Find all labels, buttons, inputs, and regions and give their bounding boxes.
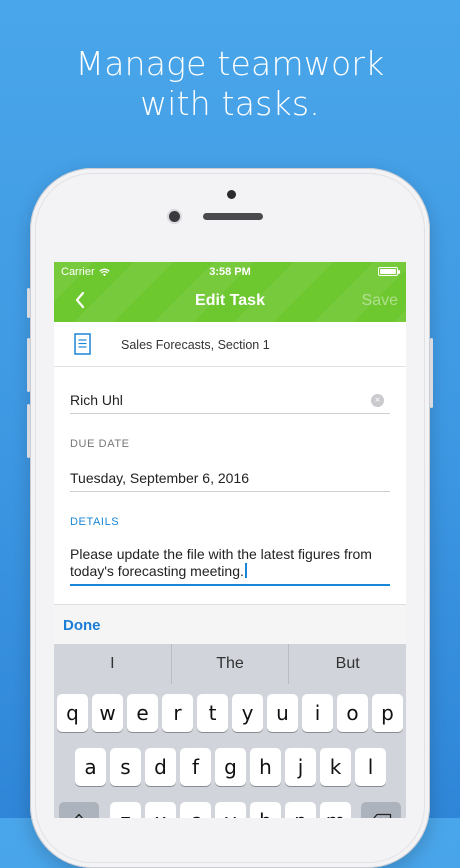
document-icon: [74, 333, 91, 355]
key-row-2: asdfghjkl: [54, 748, 406, 788]
suggestion-bar: I The But: [54, 644, 406, 684]
suggestion-item[interactable]: The: [172, 644, 290, 684]
shift-icon: [74, 813, 84, 818]
power-button: [430, 338, 433, 408]
shift-key[interactable]: [59, 802, 99, 818]
page-title: Edit Task: [195, 292, 265, 309]
key-s[interactable]: s: [110, 748, 141, 786]
key-u[interactable]: u: [267, 694, 298, 732]
backspace-icon: [373, 813, 392, 818]
done-button[interactable]: Done: [63, 617, 101, 634]
front-camera: [169, 211, 180, 222]
key-z[interactable]: z: [110, 802, 141, 818]
key-x[interactable]: x: [145, 802, 176, 818]
key-r[interactable]: r: [162, 694, 193, 732]
details-label: DETAILS: [70, 516, 120, 528]
status-bar: Carrier 3:58 PM: [54, 262, 406, 282]
due-date-label: DUE DATE: [70, 438, 130, 450]
key-k[interactable]: k: [320, 748, 351, 786]
key-j[interactable]: j: [285, 748, 316, 786]
due-date-field[interactable]: Tuesday, September 6, 2016: [70, 470, 390, 492]
navigation-bar: Carrier 3:58 PM Edit Task Save: [54, 262, 406, 322]
keyboard-toolbar: Done: [54, 604, 406, 646]
key-f[interactable]: f: [180, 748, 211, 786]
status-time: 3:58 PM: [209, 266, 251, 278]
key-g[interactable]: g: [215, 748, 246, 786]
delete-key[interactable]: [361, 802, 401, 818]
key-row-3: zxcvbnm: [54, 802, 406, 818]
phone-screen: Carrier 3:58 PM Edit Task Save Sales For…: [54, 262, 406, 818]
suggestion-item[interactable]: I: [54, 644, 172, 684]
key-i[interactable]: i: [302, 694, 333, 732]
key-q[interactable]: q: [57, 694, 88, 732]
key-e[interactable]: e: [127, 694, 158, 732]
battery-icon: [378, 267, 400, 276]
keyboard: I The But qwertyuiop asdfghjkl zxcvbnm: [54, 644, 406, 818]
promo-headline: Manage teamwork with tasks.: [0, 44, 460, 124]
assignee-value: Rich Uhl: [70, 392, 123, 408]
key-t[interactable]: t: [197, 694, 228, 732]
due-date-value: Tuesday, September 6, 2016: [70, 470, 249, 486]
key-d[interactable]: d: [145, 748, 176, 786]
key-c[interactable]: c: [180, 802, 211, 818]
key-y[interactable]: y: [232, 694, 263, 732]
key-w[interactable]: w: [92, 694, 123, 732]
earpiece-speaker: [203, 213, 263, 220]
attachment-name: Sales Forecasts, Section 1: [121, 338, 270, 352]
key-p[interactable]: p: [372, 694, 403, 732]
key-o[interactable]: o: [337, 694, 368, 732]
key-a[interactable]: a: [75, 748, 106, 786]
suggestion-item[interactable]: But: [289, 644, 406, 684]
key-m[interactable]: m: [320, 802, 351, 818]
key-l[interactable]: l: [355, 748, 386, 786]
volume-down-button: [27, 404, 30, 458]
key-row-1: qwertyuiop: [54, 694, 406, 734]
mute-switch: [27, 288, 30, 318]
headline-line-2: with tasks.: [140, 84, 320, 123]
text-cursor: [244, 563, 247, 578]
headline-line-1: Manage teamwork: [75, 44, 385, 83]
details-textarea[interactable]: Please update the file with the latest f…: [70, 546, 390, 586]
key-n[interactable]: n: [285, 802, 316, 818]
clear-icon[interactable]: ×: [371, 394, 384, 407]
assignee-field[interactable]: Rich Uhl ×: [70, 392, 390, 414]
volume-up-button: [27, 338, 30, 392]
details-value: Please update the file with the latest f…: [70, 546, 372, 579]
key-v[interactable]: v: [215, 802, 246, 818]
attachment-row[interactable]: Sales Forecasts, Section 1: [54, 322, 406, 367]
key-h[interactable]: h: [250, 748, 281, 786]
proximity-sensor: [227, 190, 236, 199]
save-button[interactable]: Save: [362, 292, 398, 310]
key-b[interactable]: b: [250, 802, 281, 818]
